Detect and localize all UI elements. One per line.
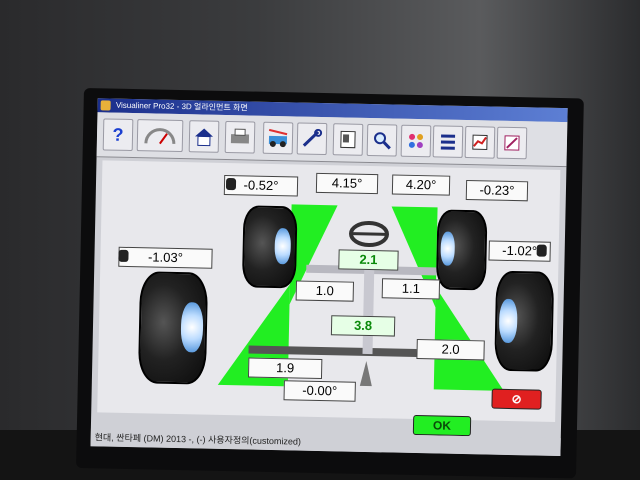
help-icon[interactable]: ?	[102, 118, 134, 152]
tools-icon[interactable]	[296, 122, 328, 156]
app-window: Visualiner Pro32 - 3D 얼라인먼트 화면 ? -0.52° …	[90, 98, 568, 457]
rear-left-toe-value: 1.9	[247, 357, 323, 380]
cancel-button[interactable]: ⊘	[491, 388, 542, 410]
rear-right-rim	[498, 298, 518, 344]
front-right-wheel	[435, 209, 488, 291]
front-left-toe-value: 4.15°	[315, 172, 379, 195]
wheel-icon	[536, 244, 547, 257]
front-right-rim	[440, 231, 456, 266]
rear-left-wheel	[137, 271, 209, 385]
chart-icon[interactable]	[464, 125, 496, 159]
front-total-toe-value: 2.1	[338, 249, 399, 271]
front-left-caster-value: -1.03°	[118, 246, 213, 269]
printer-icon[interactable]	[224, 120, 256, 154]
zoom-icon[interactable]	[366, 123, 398, 157]
right-setback-value: 1.1	[381, 278, 441, 300]
app-logo-icon	[100, 100, 111, 111]
rear-right-toe-value: 2.0	[416, 339, 485, 361]
monitor: Visualiner Pro32 - 3D 얼라인먼트 화면 ? -0.52° …	[76, 88, 584, 479]
settings-dots-icon[interactable]	[400, 124, 432, 158]
front-right-toe-value: 4.20°	[391, 174, 451, 196]
rear-left-rim	[180, 302, 204, 353]
window-title: Visualiner Pro32 - 3D 얼라인먼트 화면	[115, 100, 248, 113]
vehicle-spec-icon[interactable]	[262, 121, 294, 155]
inspect-icon[interactable]	[496, 126, 528, 160]
left-setback-value: 1.0	[295, 280, 355, 302]
rear-total-toe-value: 3.8	[330, 315, 396, 337]
front-left-rim	[274, 228, 292, 265]
list-icon[interactable]	[432, 125, 464, 158]
wheel-icon	[118, 249, 129, 262]
toolbar: ?	[96, 112, 568, 168]
status-bar: 현대, 싼타페 (DM) 2013 -, (-) 사용자정의(customize…	[90, 428, 565, 457]
alignment-canvas: -0.52° 4.15° 4.20° -0.23° -1.03° -1.02° …	[97, 160, 561, 422]
front-right-camber-value: -0.23°	[465, 180, 529, 202]
thrust-angle-value: -0.00°	[283, 380, 356, 402]
wheel-icon	[225, 177, 237, 191]
gauge-icon[interactable]	[136, 119, 184, 153]
ok-button[interactable]: OK	[412, 414, 472, 437]
report-icon[interactable]	[332, 123, 364, 156]
rear-right-wheel	[494, 270, 555, 372]
home-icon[interactable]	[188, 120, 220, 153]
front-left-wheel	[241, 205, 298, 289]
